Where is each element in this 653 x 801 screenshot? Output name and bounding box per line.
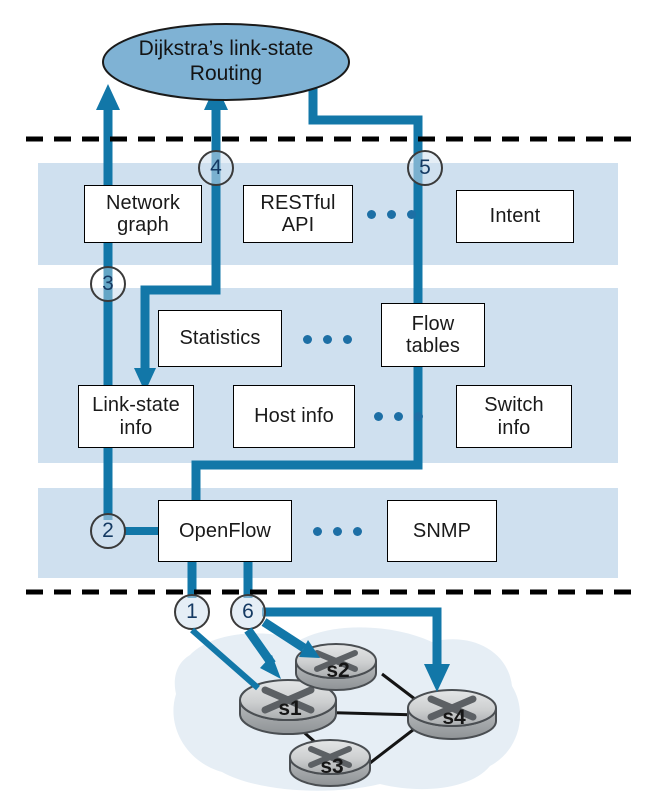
- step-marker-6-label: 6: [242, 600, 254, 623]
- network-graph-box[interactable]: Network graph: [84, 185, 202, 243]
- statistics-box[interactable]: Statistics: [158, 310, 282, 367]
- ellipsis-dot: [413, 411, 423, 421]
- ellipsis-dot: [302, 334, 312, 344]
- step-marker-2-label: 2: [102, 519, 114, 542]
- step-marker-3-label: 3: [102, 272, 114, 295]
- network-graph-line2: graph: [117, 214, 169, 236]
- switch-info-line1: Switch: [484, 394, 544, 417]
- step-marker-4-label: 4: [210, 156, 222, 179]
- ellipsis-dot: [366, 209, 376, 219]
- layer2-upper-ellipsis: [298, 330, 356, 348]
- snmp-label: SNMP: [412, 519, 472, 542]
- step-marker-3[interactable]: 3: [91, 267, 125, 301]
- openflow-label: OpenFlow: [179, 519, 271, 542]
- ellipsis-dot: [312, 526, 322, 536]
- ellipsis-dot: [322, 334, 332, 344]
- flow-tables-line2: tables: [406, 335, 460, 357]
- statistics-label: Statistics: [179, 327, 261, 350]
- switch-info-box[interactable]: Switch info: [456, 385, 572, 448]
- routing-application-ellipse[interactable]: [102, 23, 350, 101]
- intent-box[interactable]: Intent: [456, 190, 574, 243]
- host-info-box[interactable]: Host info: [233, 385, 355, 448]
- ellipsis-dot: [406, 209, 416, 219]
- intent-label: Intent: [489, 205, 541, 228]
- ellipsis-dot: [393, 411, 403, 421]
- sdn-architecture-figure: Dijkstra’s link-state Routing Network gr…: [0, 0, 653, 801]
- step-marker-2[interactable]: 2: [91, 514, 125, 548]
- layer2-lower-ellipsis: [371, 407, 425, 425]
- switch-info-line2: info: [497, 416, 531, 439]
- ellipsis-dot: [352, 526, 362, 536]
- ellipsis-dot: [373, 411, 383, 421]
- step-marker-5[interactable]: 5: [408, 151, 442, 185]
- restful-api-line1: RESTful: [260, 191, 336, 214]
- switch-s3-icon[interactable]: [289, 739, 371, 787]
- host-info-label: Host info: [254, 405, 334, 428]
- ellipsis-dot: [332, 526, 342, 536]
- ellipsis-dot: [342, 334, 352, 344]
- link-state-info-line2: info: [119, 416, 153, 439]
- flow-tables-line1: Flow: [411, 312, 455, 335]
- layer1-ellipsis: [362, 205, 420, 223]
- ellipsis-dot: [386, 209, 396, 219]
- snmp-box[interactable]: SNMP: [387, 500, 497, 562]
- arrowhead-into-ellipse-left: [96, 84, 120, 110]
- network-graph-line1: Network: [105, 191, 181, 214]
- step-marker-4[interactable]: 4: [199, 151, 233, 185]
- flow-tables-box[interactable]: Flow tables: [381, 303, 485, 367]
- link-state-info-box[interactable]: Link-state info: [78, 385, 194, 448]
- step-marker-1[interactable]: 1: [175, 595, 209, 629]
- openflow-box[interactable]: OpenFlow: [158, 500, 292, 562]
- step-marker-6[interactable]: 6: [231, 595, 265, 629]
- restful-api-line2: API: [281, 214, 315, 236]
- step-marker-1-label: 1: [186, 600, 198, 623]
- layer3-ellipsis: [308, 522, 366, 540]
- switch-s4-icon[interactable]: [407, 689, 497, 740]
- link-state-info-line1: Link-state: [92, 394, 180, 417]
- step-marker-5-label: 5: [419, 156, 431, 179]
- restful-api-box[interactable]: RESTful API: [243, 185, 353, 243]
